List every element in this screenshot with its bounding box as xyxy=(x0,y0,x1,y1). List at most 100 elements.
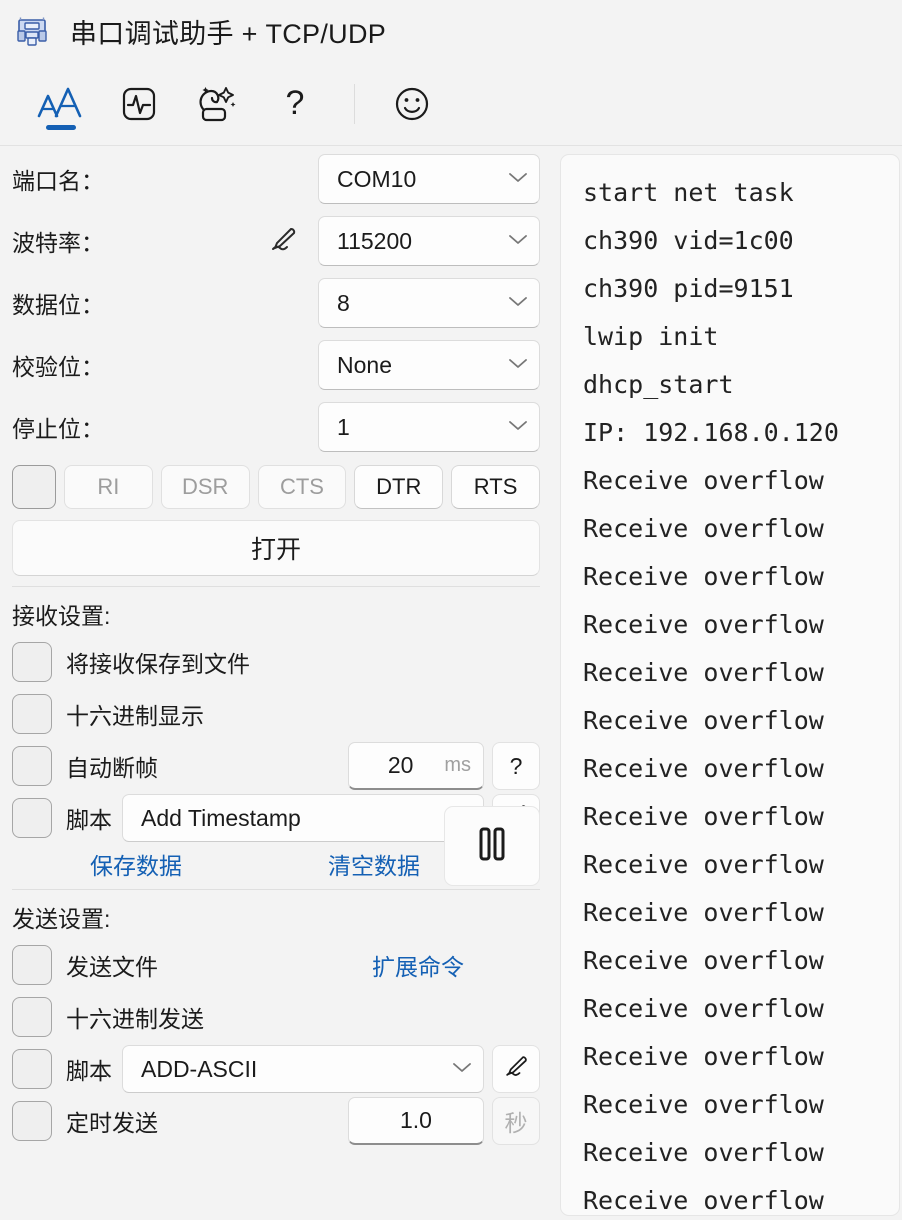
svg-text:?: ? xyxy=(286,84,305,122)
pause-icon xyxy=(471,822,513,871)
label-parity: 校验位： xyxy=(12,354,104,380)
serial-port-icon xyxy=(14,13,50,49)
label-hex-send: 十六进制发送 xyxy=(66,1006,204,1032)
break-timeout-unit: ms xyxy=(444,754,471,776)
terminal-line: Receive overflow xyxy=(583,658,824,687)
settings-panel: 端口名： COM10 波特率： 115200 数据位： 8 校验位： None … xyxy=(0,146,552,1220)
signal-rts[interactable]: RTS xyxy=(451,465,540,509)
row-send-file: 发送文件 扩展命令 xyxy=(12,942,540,988)
row-send-script: 脚本 ADD-ASCII xyxy=(12,1045,540,1093)
select-receive-script-value: Add Timestamp xyxy=(141,804,301,831)
edit-send-script-button[interactable] xyxy=(492,1045,540,1093)
select-baud-rate-value: 115200 xyxy=(337,227,413,254)
terminal-line: lwip init xyxy=(583,322,719,351)
magic-box-icon xyxy=(199,86,236,121)
chevron-down-icon xyxy=(451,1060,473,1079)
font-size-icon xyxy=(37,87,82,117)
terminal-line: Receive overflow xyxy=(583,610,824,639)
checkbox-send-script[interactable] xyxy=(12,1049,52,1089)
break-help-button[interactable]: ? xyxy=(492,742,540,790)
select-data-bits-value: 8 xyxy=(337,289,350,316)
label-receive-script: 脚本 xyxy=(66,807,112,833)
toolbar-divider xyxy=(354,83,355,124)
checkbox-hex-send[interactable] xyxy=(12,997,52,1037)
terminal-line: dhcp_start xyxy=(583,370,734,399)
label-port-name: 端口名： xyxy=(12,168,104,194)
break-timeout-value: 20 xyxy=(387,752,414,778)
select-receive-script[interactable]: Add Timestamp xyxy=(122,794,484,842)
pause-button[interactable] xyxy=(444,806,540,886)
checkbox-receive-script[interactable] xyxy=(12,798,52,838)
terminal-output[interactable]: start net task ch390 vid=1c00 ch390 pid=91… xyxy=(560,154,900,1216)
help-icon: ? xyxy=(286,84,305,122)
checkbox-auto-break-frame[interactable] xyxy=(12,746,52,786)
open-port-button[interactable]: 打开 xyxy=(12,520,540,576)
terminal-line: Receive overflow xyxy=(583,946,824,975)
pen-icon xyxy=(501,1051,531,1087)
chevron-down-icon xyxy=(507,418,529,437)
select-parity-value: None xyxy=(337,351,392,378)
row-timed-send: 定时发送 1.0 秒 xyxy=(12,1097,540,1145)
signal-cts[interactable]: CTS xyxy=(257,465,347,509)
main-content: 端口名： COM10 波特率： 115200 数据位： 8 校验位： None … xyxy=(0,146,902,1220)
signal-ri[interactable]: RI xyxy=(64,465,153,509)
terminal-line: IP: 192.168.0.120 xyxy=(583,418,839,447)
select-port-name[interactable]: COM10 xyxy=(318,154,540,204)
row-hex-display: 十六进制显示 xyxy=(12,691,540,737)
label-send-script: 脚本 xyxy=(66,1058,112,1084)
clear-data-link[interactable]: 清空数据 xyxy=(328,847,420,881)
terminal-line: Receive overflow xyxy=(583,514,824,543)
terminal-line: Receive overflow xyxy=(583,1138,824,1167)
page-title: 串口调试助手 + TCP/UDP xyxy=(70,18,387,49)
smiley-icon xyxy=(395,87,429,120)
checkbox-send-file[interactable] xyxy=(12,945,52,985)
terminal-line: ch390 pid=9151 xyxy=(583,274,794,303)
tab-font-size[interactable] xyxy=(22,73,100,135)
extended-command-link[interactable]: 扩展命令 xyxy=(372,948,464,982)
select-data-bits[interactable]: 8 xyxy=(318,278,540,328)
terminal-line: Receive overflow xyxy=(583,1090,824,1119)
terminal-line: Receive overflow xyxy=(583,754,824,783)
input-break-timeout[interactable]: 20 ms xyxy=(348,742,484,790)
signal-toggle-checkbox[interactable] xyxy=(12,465,56,509)
chevron-down-icon xyxy=(507,294,529,313)
select-port-name-value: COM10 xyxy=(337,165,417,192)
chevron-down-icon xyxy=(507,232,529,251)
receive-settings-title: 接收设置: xyxy=(12,603,111,629)
tab-help[interactable]: ? xyxy=(256,73,334,135)
signal-dsr[interactable]: DSR xyxy=(160,465,250,509)
label-save-to-file: 将接收保存到文件 xyxy=(66,651,250,677)
input-send-interval[interactable]: 1.0 xyxy=(348,1097,484,1145)
save-data-link[interactable]: 保存数据 xyxy=(90,847,182,881)
tab-waveform[interactable] xyxy=(100,73,178,135)
label-data-bits: 数据位： xyxy=(12,292,104,318)
select-send-script[interactable]: ADD-ASCII xyxy=(122,1045,484,1093)
field-row-data-bits: 数据位： 8 xyxy=(12,278,540,328)
tab-smiley[interactable] xyxy=(373,73,451,135)
label-timed-send: 定时发送 xyxy=(66,1110,158,1136)
send-interval-unit: 秒 xyxy=(492,1097,540,1145)
select-baud-rate[interactable]: 115200 xyxy=(318,216,540,266)
terminal-line: Receive overflow xyxy=(583,562,824,591)
title-bar: 串口调试助手 + TCP/UDP xyxy=(0,0,902,62)
select-send-script-value: ADD-ASCII xyxy=(141,1055,258,1082)
label-hex-display: 十六进制显示 xyxy=(66,703,204,729)
pen-icon[interactable] xyxy=(266,222,300,261)
select-parity[interactable]: None xyxy=(318,340,540,390)
terminal-line: Receive overflow xyxy=(583,898,824,927)
checkbox-save-to-file[interactable] xyxy=(12,642,52,682)
checkbox-hex-display[interactable] xyxy=(12,694,52,734)
label-stop-bits: 停止位： xyxy=(12,416,104,442)
terminal-line: Receive overflow xyxy=(583,1042,824,1071)
terminal-panel: start net task ch390 vid=1c00 ch390 pid=91… xyxy=(552,146,902,1220)
terminal-line: Receive overflow xyxy=(583,1186,824,1215)
signal-indicator-row: RI DSR CTS DTR RTS xyxy=(12,464,540,510)
label-send-file: 发送文件 xyxy=(66,954,158,980)
active-tab-underline xyxy=(46,124,76,130)
terminal-line: Receive overflow xyxy=(583,802,824,831)
signal-dtr[interactable]: DTR xyxy=(354,465,444,509)
terminal-line: Receive overflow xyxy=(583,466,824,495)
tab-magic-box[interactable] xyxy=(178,73,256,135)
checkbox-timed-send[interactable] xyxy=(12,1101,52,1141)
select-stop-bits[interactable]: 1 xyxy=(318,402,540,452)
